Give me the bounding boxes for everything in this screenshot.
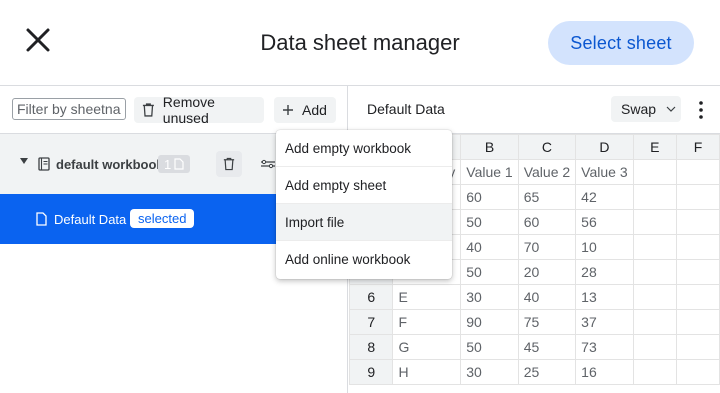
plus-icon xyxy=(283,105,293,115)
table-row: 6 E 30 40 13 xyxy=(348,284,720,310)
grid-cell xyxy=(632,359,677,385)
grid-cell: Value 2 xyxy=(517,159,577,185)
filter-input[interactable] xyxy=(12,98,126,120)
remove-unused-button[interactable]: Remove unused xyxy=(134,94,264,126)
column-header: E xyxy=(632,134,677,160)
chevron-down-icon xyxy=(666,106,676,112)
preview-toolbar: Default Data Swap xyxy=(349,86,720,134)
sheet-name: Default Data xyxy=(54,212,127,227)
grid-cell: 30 xyxy=(460,359,519,385)
grid-cell: F xyxy=(392,309,462,335)
add-button[interactable]: Add xyxy=(274,97,336,123)
table-row: 7 F 90 75 37 xyxy=(348,309,720,335)
grid-cell xyxy=(675,184,720,210)
grid-cell xyxy=(632,309,677,335)
grid-cell xyxy=(675,259,720,285)
sheet-count-icon xyxy=(174,158,184,170)
delete-workbook-button[interactable] xyxy=(216,151,242,177)
grid-cell: 75 xyxy=(517,309,577,335)
column-header: D xyxy=(575,134,634,160)
grid-cell: Value 1 xyxy=(460,159,519,185)
column-header: F xyxy=(675,134,720,160)
remove-unused-label: Remove unused xyxy=(162,94,215,126)
grid-cell xyxy=(675,309,720,335)
grid-cell: 90 xyxy=(460,309,519,335)
grid-cell: 13 xyxy=(575,284,634,310)
workbook-name: default workbook xyxy=(56,157,164,172)
selected-badge: selected xyxy=(130,209,195,228)
menu-item-add-empty-workbook[interactable]: Add empty workbook xyxy=(276,130,452,167)
grid-cell xyxy=(632,184,677,210)
grid-cell: 16 xyxy=(575,359,634,385)
grid-cell: 30 xyxy=(460,284,519,310)
table-row: 9 H 30 25 16 xyxy=(348,359,720,385)
grid-cell xyxy=(675,359,720,385)
add-label: Add xyxy=(302,102,327,118)
grid-cell: 28 xyxy=(575,259,634,285)
grid-cell: 40 xyxy=(460,234,519,260)
row-number: 8 xyxy=(348,334,394,360)
grid-cell: 45 xyxy=(517,334,577,360)
grid-cell xyxy=(632,334,677,360)
grid-cell: Value 3 xyxy=(575,159,634,185)
grid-cell xyxy=(632,209,677,235)
grid-cell: 60 xyxy=(517,209,577,235)
grid-cell: E xyxy=(392,284,462,310)
sheet-count-badge: 1 xyxy=(158,155,191,173)
sheet-list-toolbar: Remove unused Add xyxy=(0,86,348,134)
column-header: B xyxy=(460,134,519,160)
grid-cell: 60 xyxy=(460,184,519,210)
grid-cell xyxy=(675,209,720,235)
select-sheet-button[interactable]: Select sheet xyxy=(548,21,694,65)
grid-cell: 70 xyxy=(517,234,577,260)
grid-cell xyxy=(675,234,720,260)
grid-cell: 42 xyxy=(575,184,634,210)
sheet-count: 1 xyxy=(164,156,172,172)
grid-cell xyxy=(632,259,677,285)
grid-cell: 50 xyxy=(460,334,519,360)
grid-cell: 10 xyxy=(575,234,634,260)
trash-icon xyxy=(142,103,154,117)
grid-cell xyxy=(632,159,677,185)
preview-sheet-title: Default Data xyxy=(367,101,445,117)
rename-icon xyxy=(261,159,275,169)
row-number: 7 xyxy=(348,309,394,335)
menu-item-add-online-workbook[interactable]: Add online workbook xyxy=(276,241,452,278)
grid-cell: 20 xyxy=(517,259,577,285)
grid-cell xyxy=(632,284,677,310)
collapse-caret-icon[interactable] xyxy=(20,158,28,164)
grid-cell: 73 xyxy=(575,334,634,360)
swap-label: Swap xyxy=(621,101,657,117)
grid-cell: 50 xyxy=(460,209,519,235)
menu-item-add-empty-sheet[interactable]: Add empty sheet xyxy=(276,167,452,204)
grid-cell: 40 xyxy=(517,284,577,310)
swap-dropdown[interactable]: Swap xyxy=(611,96,681,122)
grid-cell: 50 xyxy=(460,259,519,285)
grid-cell xyxy=(675,284,720,310)
grid-cell xyxy=(632,234,677,260)
grid-cell: G xyxy=(392,334,462,360)
more-options-icon[interactable] xyxy=(697,100,705,120)
grid-cell: 65 xyxy=(517,184,577,210)
menu-item-import-file[interactable]: Import file xyxy=(276,204,452,241)
trash-icon xyxy=(223,157,235,171)
grid-cell: 56 xyxy=(575,209,634,235)
grid-cell: 37 xyxy=(575,309,634,335)
column-header: C xyxy=(517,134,577,160)
table-row: 8 G 50 45 73 xyxy=(348,334,720,360)
grid-cell: H xyxy=(392,359,462,385)
add-menu: Add empty workbook Add empty sheet Import … xyxy=(276,130,452,279)
dialog-header: Data sheet manager Select sheet xyxy=(0,0,720,86)
grid-cell xyxy=(675,334,720,360)
sheet-icon xyxy=(36,212,47,226)
grid-cell: 25 xyxy=(517,359,577,385)
workbook-icon xyxy=(38,157,50,171)
row-number: 9 xyxy=(348,359,394,385)
row-number: 6 xyxy=(348,284,394,310)
grid-cell xyxy=(675,159,720,185)
